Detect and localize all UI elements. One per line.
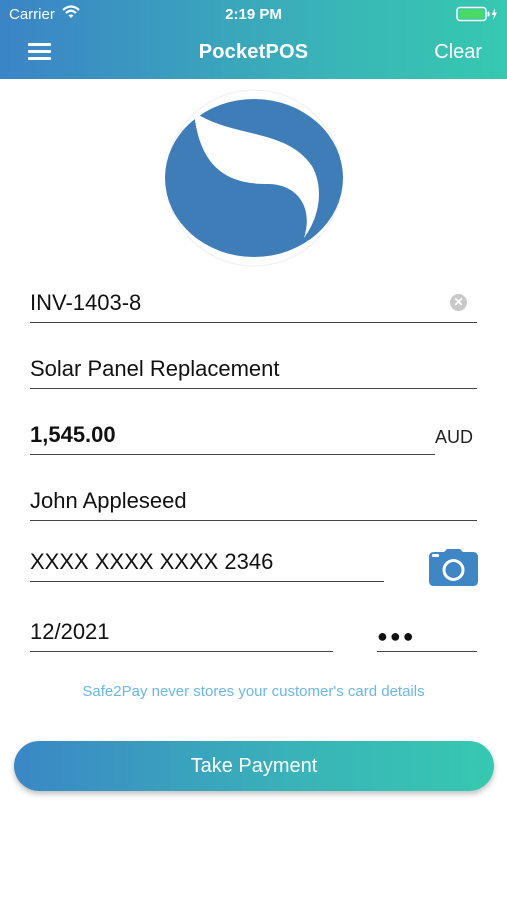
take-payment-button[interactable]: Take Payment (14, 741, 494, 791)
status-bar: Carrier 2:19 PM (0, 0, 507, 28)
description-value: Solar Panel Replacement (30, 356, 280, 381)
nav-bar: PocketPOS Clear (0, 28, 507, 79)
top-bar: Carrier 2:19 PM PocketPOS Clear (0, 0, 507, 79)
invoice-value: INV-1403-8 (30, 290, 142, 315)
cvv-value: ●●● (377, 626, 416, 646)
expiry-field[interactable]: 12/2021 (30, 615, 333, 652)
expiry-value: 12/2021 (30, 619, 110, 644)
camera-icon[interactable] (429, 549, 478, 586)
cvv-field[interactable]: ●●● (377, 615, 477, 652)
clear-button[interactable]: Clear (434, 41, 482, 64)
status-time: 2:19 PM (225, 6, 282, 23)
card-number-value: XXXX XXXX XXXX 2346 (30, 549, 274, 574)
amount-field[interactable]: 1,545.00 (30, 418, 435, 455)
currency-label: AUD (435, 427, 474, 447)
description-field[interactable]: Solar Panel Replacement (30, 352, 477, 389)
amount-value: 1,545.00 (30, 422, 116, 447)
battery-icon (456, 6, 498, 26)
card-number-field[interactable]: XXXX XXXX XXXX 2346 (30, 545, 384, 582)
customer-name-value: John Appleseed (30, 488, 187, 513)
app-logo (164, 88, 344, 268)
invoice-field[interactable]: INV-1403-8 ✕ (30, 286, 477, 323)
security-note: Safe2Pay never stores your customer's ca… (82, 683, 425, 700)
page-title: PocketPOS (198, 41, 309, 63)
clear-field-icon[interactable]: ✕ (450, 294, 467, 311)
customer-name-field[interactable]: John Appleseed (30, 484, 477, 521)
